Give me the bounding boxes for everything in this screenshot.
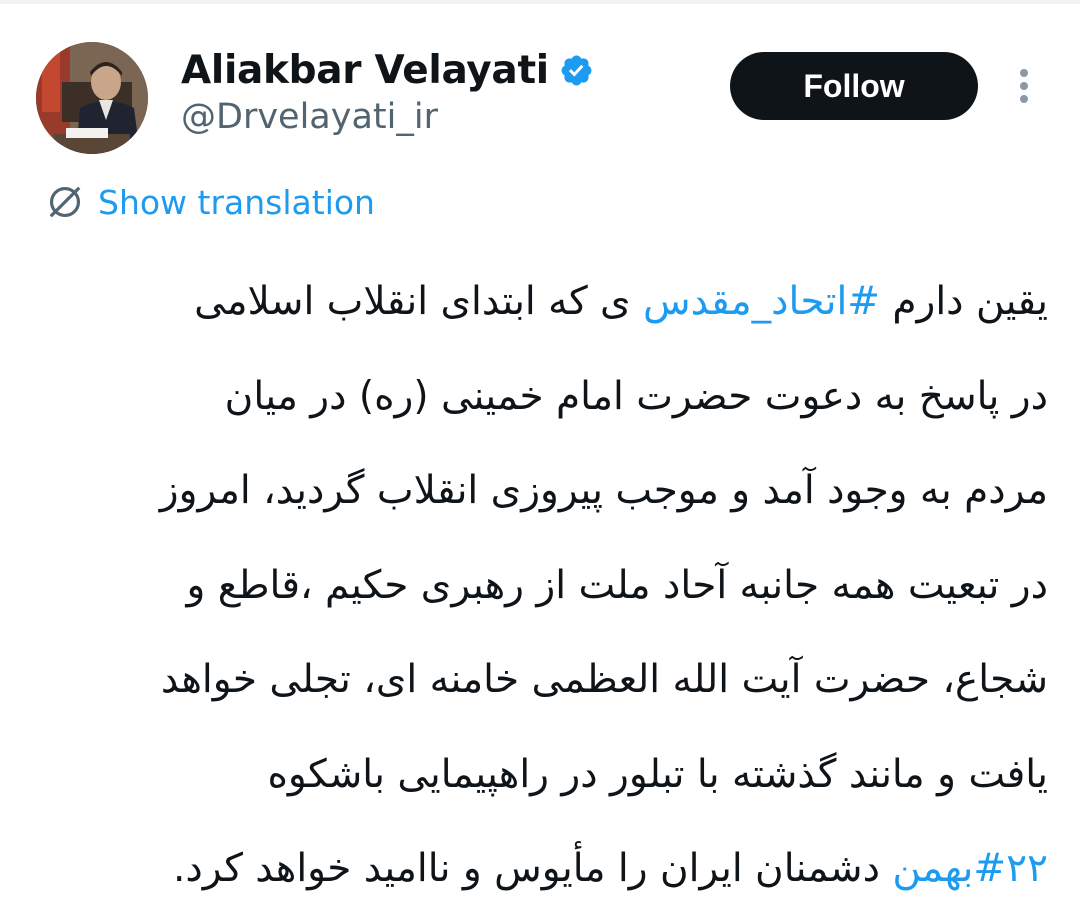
tweet-text-segment: یقین دارم xyxy=(879,279,1048,324)
tweet-line-5: شجاع، حضرت آیت الله العظمی خامنه ای، تجل… xyxy=(160,657,1048,702)
tweet-text-segment: ی که ابتدای انقلاب اسلامی xyxy=(194,279,643,324)
display-name[interactable]: Aliakbar Velayati xyxy=(181,48,549,93)
tweet-line-7: #۲۲بهمن دشمنان ایران را مأیوس و ناامید خ… xyxy=(40,822,1048,917)
tweet-line-1: یقین دارم #اتحاد_مقدس ی که ابتدای انقلاب… xyxy=(40,255,1048,350)
show-translation-label: Show translation xyxy=(98,182,375,222)
tweet-line-2: در پاسخ به دعوت حضرت امام خمینی (ره) در … xyxy=(224,373,1048,419)
more-options-button[interactable] xyxy=(1004,62,1044,110)
author-name-row: Aliakbar Velayati xyxy=(181,46,594,94)
tweet-text-segment: دشمنان ایران را مأیوس و ناامید خواهد کرد… xyxy=(173,846,893,891)
hashtag-link[interactable]: #۲۲بهمن xyxy=(892,846,1048,891)
tweet-line-4: در تبعیت همه جانبه آحاد ملت از رهبری حکی… xyxy=(186,562,1048,608)
tweet-line-6: یافت و مانند گذشته با تبلور در راهپیمایی… xyxy=(267,751,1049,797)
vertical-ellipsis-icon xyxy=(1020,69,1028,103)
follow-button[interactable]: Follow xyxy=(730,52,978,120)
verified-badge-icon[interactable] xyxy=(559,53,594,88)
user-handle[interactable]: @Drvelayati_ir xyxy=(181,97,438,137)
avatar[interactable] xyxy=(36,42,148,154)
top-divider xyxy=(0,0,1080,4)
globe-slash-icon xyxy=(49,186,81,218)
show-translation-link[interactable]: Show translation xyxy=(46,180,375,224)
tweet-line-3: مردم به وجود آمد و موجب پیروزی انقلاب گر… xyxy=(159,468,1048,513)
profile-photo xyxy=(36,42,148,154)
hashtag-link[interactable]: #اتحاد_مقدس xyxy=(643,279,880,324)
tweet-text: یقین دارم #اتحاد_مقدس ی که ابتدای انقلاب… xyxy=(40,255,1048,917)
